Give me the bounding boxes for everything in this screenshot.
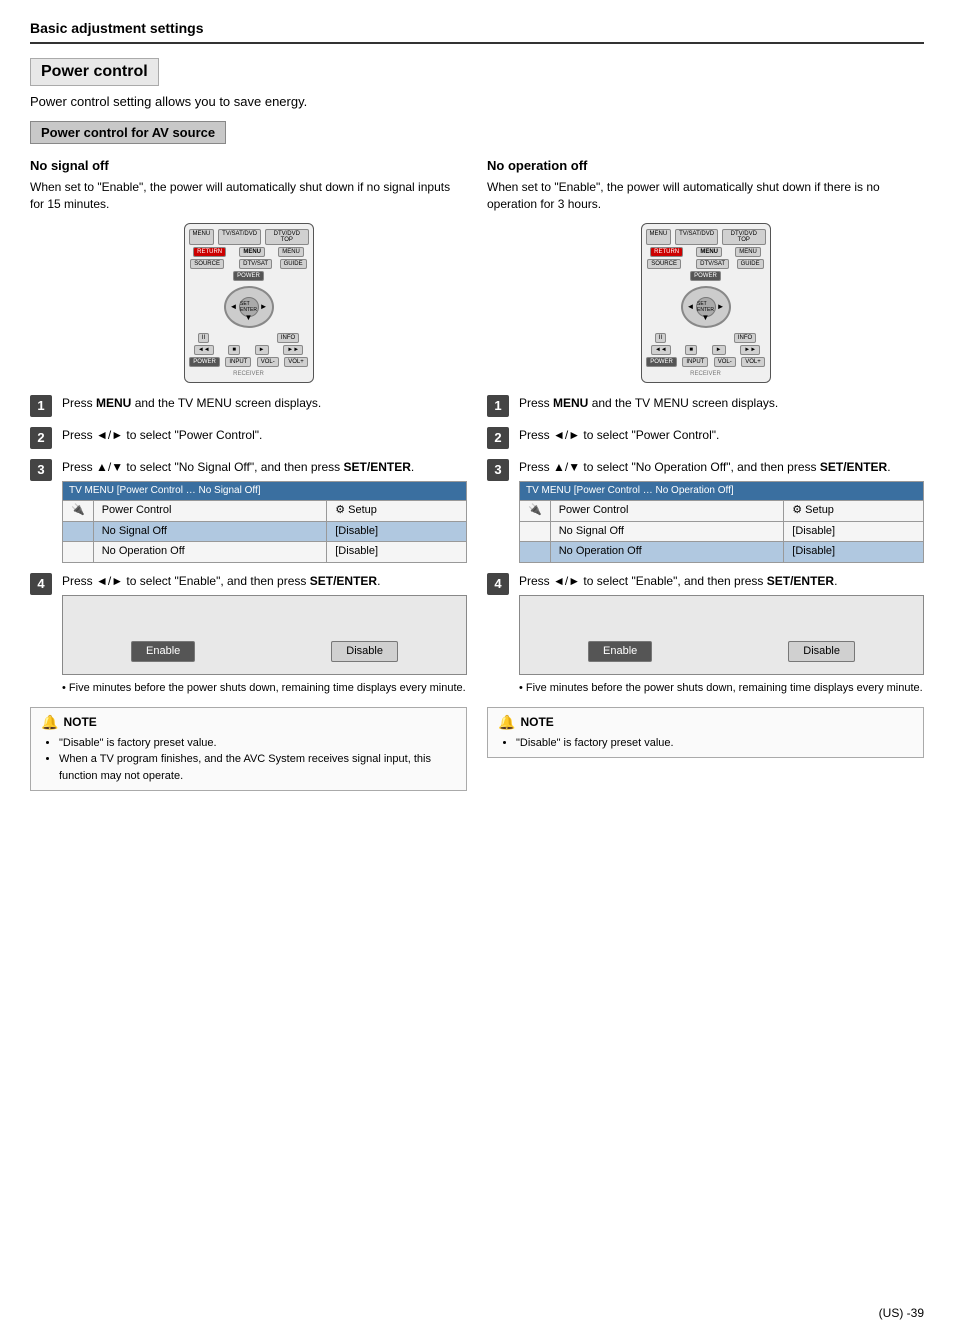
right-no-signal-value: [Disable] xyxy=(784,521,924,541)
right-heading: No operation off xyxy=(487,158,924,173)
left-step-3-num: 3 xyxy=(30,459,52,481)
left-note-list: "Disable" is factory preset value. When … xyxy=(41,735,456,785)
right-col: No operation off When set to "Enable", t… xyxy=(487,158,924,791)
right-step-2-num: 2 xyxy=(487,427,509,449)
right-note-list: "Disable" is factory preset value. xyxy=(498,735,913,752)
right-step-4-content: Press ◄/► to select "Enable", and then p… xyxy=(519,573,924,697)
left-note-item-2: When a TV program finishes, and the AVC … xyxy=(59,751,456,784)
left-no-op-cell xyxy=(63,542,94,562)
left-disable-btn[interactable]: Disable xyxy=(331,641,398,662)
right-step-3: 3 Press ▲/▼ to select "No Operation Off"… xyxy=(487,459,924,563)
right-remote-area: MENU TV/SAT/DVD DTV/DVD TOP RETURN MENU … xyxy=(487,223,924,383)
right-step-3-num: 3 xyxy=(487,459,509,481)
left-no-op-label: No Operation Off xyxy=(93,542,327,562)
right-enable-btn[interactable]: Enable xyxy=(588,641,652,662)
left-desc: When set to "Enable", the power will aut… xyxy=(30,179,467,213)
subsection-heading: Power control for AV source xyxy=(30,121,226,144)
left-setup-label: ⚙ Setup xyxy=(327,501,467,521)
left-step-1-content: Press MENU and the TV MENU screen displa… xyxy=(62,395,467,412)
right-step4-note: • Five minutes before the power shuts do… xyxy=(519,681,924,696)
right-step-1-content: Press MENU and the TV MENU screen displa… xyxy=(519,395,924,412)
left-step-4: 4 Press ◄/► to select "Enable", and then… xyxy=(30,573,467,697)
left-step-4-content: Press ◄/► to select "Enable", and then p… xyxy=(62,573,467,697)
left-col: No signal off When set to "Enable", the … xyxy=(30,158,467,791)
right-step-2-content: Press ◄/► to select "Power Control". xyxy=(519,427,924,444)
right-step-4-num: 4 xyxy=(487,573,509,595)
right-remote: MENU TV/SAT/DVD DTV/DVD TOP RETURN MENU … xyxy=(641,223,771,383)
right-no-signal-cell xyxy=(520,521,551,541)
right-menu-table: TV MENU [Power Control … No Operation Of… xyxy=(519,481,924,562)
left-power-control-label: Power Control xyxy=(93,501,327,521)
right-no-op-value: [Disable] xyxy=(784,542,924,562)
left-step-2: 2 Press ◄/► to select "Power Control". xyxy=(30,427,467,449)
left-remote: MENU TV/SAT/DVD DTV/DVD TOP RETURN MENU … xyxy=(184,223,314,383)
page-title: Basic adjustment settings xyxy=(30,20,924,44)
right-setup-label: ⚙ Setup xyxy=(784,501,924,521)
left-note-header: 🔔 NOTE xyxy=(41,714,456,731)
left-step-3: 3 Press ▲/▼ to select "No Signal Off", a… xyxy=(30,459,467,563)
right-power-control-label: Power Control xyxy=(550,501,784,521)
left-enable-disable-box: Enable Disable xyxy=(62,595,467,675)
page-number: (US) -39 xyxy=(879,1306,924,1320)
left-menu-table: TV MENU [Power Control … No Signal Off] … xyxy=(62,481,467,562)
right-table-header: TV MENU [Power Control … No Operation Of… xyxy=(520,482,924,501)
left-note-title: NOTE xyxy=(63,715,96,729)
right-note-title: NOTE xyxy=(520,715,553,729)
right-note-item-1: "Disable" is factory preset value. xyxy=(516,735,913,752)
right-step-1-num: 1 xyxy=(487,395,509,417)
left-remote-area: MENU TV/SAT/DVD DTV/DVD TOP RETURN MENU … xyxy=(30,223,467,383)
left-step-3-content: Press ▲/▼ to select "No Signal Off", and… xyxy=(62,459,467,563)
right-no-op-label: No Operation Off xyxy=(550,542,784,562)
right-note-icon: 🔔 xyxy=(498,714,515,731)
left-step-2-num: 2 xyxy=(30,427,52,449)
right-no-signal-label: No Signal Off xyxy=(550,521,784,541)
left-no-signal-cell xyxy=(63,521,94,541)
left-step-1: 1 Press MENU and the TV MENU screen disp… xyxy=(30,395,467,417)
right-step-3-content: Press ▲/▼ to select "No Operation Off", … xyxy=(519,459,924,563)
section-desc: Power control setting allows you to save… xyxy=(30,94,924,109)
right-desc: When set to "Enable", the power will aut… xyxy=(487,179,924,213)
right-note-box: 🔔 NOTE "Disable" is factory preset value… xyxy=(487,707,924,759)
right-step-4: 4 Press ◄/► to select "Enable", and then… xyxy=(487,573,924,697)
left-no-signal-value: [Disable] xyxy=(327,521,467,541)
left-step-4-num: 4 xyxy=(30,573,52,595)
right-disable-btn[interactable]: Disable xyxy=(788,641,855,662)
left-step-1-num: 1 xyxy=(30,395,52,417)
right-step-2: 2 Press ◄/► to select "Power Control". xyxy=(487,427,924,449)
left-icon-cell: 🔌 xyxy=(63,501,94,521)
right-no-op-cell xyxy=(520,542,551,562)
left-heading: No signal off xyxy=(30,158,467,173)
left-note-item-1: "Disable" is factory preset value. xyxy=(59,735,456,752)
section-heading: Power control xyxy=(30,58,159,86)
right-enable-disable-box: Enable Disable xyxy=(519,595,924,675)
left-note-icon: 🔔 xyxy=(41,714,58,731)
right-note-header: 🔔 NOTE xyxy=(498,714,913,731)
left-step-2-content: Press ◄/► to select "Power Control". xyxy=(62,427,467,444)
left-step4-note: • Five minutes before the power shuts do… xyxy=(62,681,467,696)
left-table-header: TV MENU [Power Control … No Signal Off] xyxy=(63,482,467,501)
left-enable-btn[interactable]: Enable xyxy=(131,641,195,662)
right-icon-cell: 🔌 xyxy=(520,501,551,521)
left-note-box: 🔔 NOTE "Disable" is factory preset value… xyxy=(30,707,467,792)
right-step-1: 1 Press MENU and the TV MENU screen disp… xyxy=(487,395,924,417)
left-no-op-value: [Disable] xyxy=(327,542,467,562)
left-no-signal-label: No Signal Off xyxy=(93,521,327,541)
